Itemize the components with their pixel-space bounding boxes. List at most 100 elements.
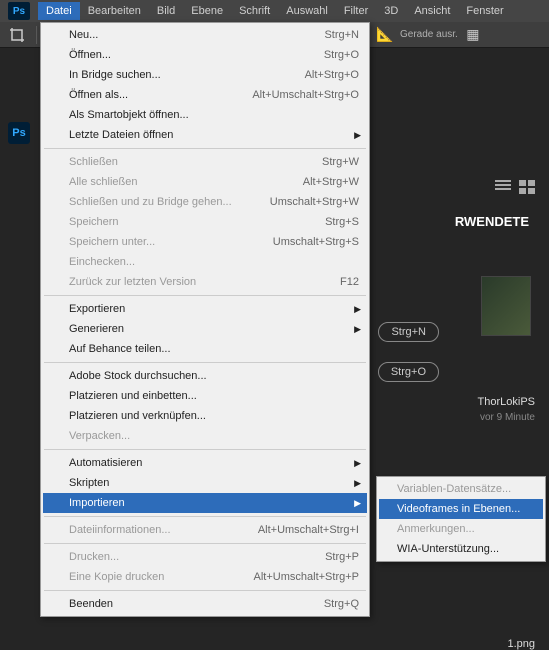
menu-item-shortcut: Strg+O	[324, 49, 359, 61]
menu-item-label: Beenden	[69, 598, 324, 610]
menu-item-speichern: SpeichernStrg+S	[43, 212, 367, 232]
menu-3d[interactable]: 3D	[376, 2, 406, 20]
menu-ansicht[interactable]: Ansicht	[406, 2, 458, 20]
menu-item-shortcut: Alt+Umschalt+Strg+O	[252, 89, 359, 101]
menu-item-label: Schließen und zu Bridge gehen...	[69, 196, 270, 208]
ps-icon: Ps	[8, 122, 30, 144]
menu-separator	[44, 295, 366, 296]
menu-item-shortcut: F12	[340, 276, 359, 288]
menu-item-label: Neu...	[69, 29, 324, 41]
submenu-arrow-icon: ▶	[354, 498, 361, 509]
submenu-item-wia-unterst-tzung[interactable]: WIA-Unterstützung...	[379, 539, 543, 559]
menu-separator	[44, 590, 366, 591]
menu-item-shortcut: Strg+P	[325, 551, 359, 563]
menu-item-exportieren[interactable]: Exportieren▶	[43, 299, 367, 319]
submenu-item-videoframes-in-ebenen[interactable]: Videoframes in Ebenen...	[379, 499, 543, 519]
submenu-arrow-icon: ▶	[354, 478, 361, 489]
recent-thumb-1[interactable]	[481, 276, 531, 336]
menu-item-platzieren-und-verkn-pfen[interactable]: Platzieren und verknüpfen...	[43, 406, 367, 426]
crop-icon[interactable]	[8, 26, 26, 44]
submenu-arrow-icon: ▶	[354, 458, 361, 469]
menu-item-shortcut: Umschalt+Strg+W	[270, 196, 359, 208]
straighten-label: Gerade ausr.	[400, 29, 458, 40]
menu-item-auf-behance-teilen[interactable]: Auf Behance teilen...	[43, 339, 367, 359]
app-logo: Ps	[8, 2, 30, 20]
menu-item-label: Speichern	[69, 216, 325, 228]
menu-item-shortcut: Alt+Strg+O	[305, 69, 359, 81]
grid-view-icon[interactable]	[519, 180, 535, 194]
menu-item-shortcut: Umschalt+Strg+S	[273, 236, 359, 248]
menu-schrift[interactable]: Schrift	[231, 2, 278, 20]
menu-separator	[44, 543, 366, 544]
menu-item-dateiinformationen: Dateiinformationen...Alt+Umschalt+Strg+I	[43, 520, 367, 540]
menu-item-automatisieren[interactable]: Automatisieren▶	[43, 453, 367, 473]
menu-item-zur-ck-zur-letzten-version: Zurück zur letzten VersionF12	[43, 272, 367, 292]
menu-item-label: Einchecken...	[69, 256, 359, 268]
submenu-arrow-icon: ▶	[354, 324, 361, 335]
menu-item-label: Öffnen als...	[69, 89, 252, 101]
menu-filter[interactable]: Filter	[336, 2, 376, 20]
menu-item-label: Adobe Stock durchsuchen...	[69, 370, 359, 382]
submenu-arrow-icon: ▶	[354, 304, 361, 315]
recent-thumb-1-sub: vor 9 Minute	[480, 412, 535, 423]
menu-item-label: Exportieren	[69, 303, 359, 315]
import-submenu: Variablen-Datensätze... Videoframes in Eb…	[376, 476, 546, 562]
menu-item-label: Zurück zur letzten Version	[69, 276, 340, 288]
menu-bild[interactable]: Bild	[149, 2, 183, 20]
menu-item-schlie-en-und-zu-bridge-gehen: Schließen und zu Bridge gehen...Umschalt…	[43, 192, 367, 212]
menu-ebene[interactable]: Ebene	[183, 2, 231, 20]
menu-item-shortcut: Alt+Umschalt+Strg+P	[254, 571, 359, 583]
recent-thumb-2-label: 1.png	[507, 638, 535, 650]
menu-item-label: Skripten	[69, 477, 359, 489]
submenu-item-label: Videoframes in Ebenen...	[397, 503, 535, 515]
submenu-arrow-icon: ▶	[354, 130, 361, 141]
file-menu-dropdown: Neu...Strg+NÖffnen...Strg+OIn Bridge suc…	[40, 22, 370, 617]
menu-item-label: Speichern unter...	[69, 236, 273, 248]
menu-item-in-bridge-suchen[interactable]: In Bridge suchen...Alt+Strg+O	[43, 65, 367, 85]
menu-fenster[interactable]: Fenster	[458, 2, 511, 20]
menu-item-importieren[interactable]: Importieren▶	[43, 493, 367, 513]
menu-item-als-smartobjekt-ffnen[interactable]: Als Smartobjekt öffnen...	[43, 105, 367, 125]
menu-item-label: Eine Kopie drucken	[69, 571, 254, 583]
menu-item-ffnen-als[interactable]: Öffnen als...Alt+Umschalt+Strg+O	[43, 85, 367, 105]
menu-item-skripten[interactable]: Skripten▶	[43, 473, 367, 493]
menu-item-einchecken: Einchecken...	[43, 252, 367, 272]
menu-item-shortcut: Alt+Strg+W	[303, 176, 359, 188]
menu-auswahl[interactable]: Auswahl	[278, 2, 336, 20]
submenu-item-variablen-datens-tze: Variablen-Datensätze...	[379, 479, 543, 499]
submenu-item-label: WIA-Unterstützung...	[397, 543, 535, 555]
open-shortcut-pill[interactable]: Strg+O	[378, 362, 439, 382]
new-shortcut-pill[interactable]: Strg+N	[378, 322, 439, 342]
menu-item-label: Automatisieren	[69, 457, 359, 469]
menu-item-label: Auf Behance teilen...	[69, 343, 359, 355]
menu-item-label: Verpacken...	[69, 430, 359, 442]
menu-datei[interactable]: Datei	[38, 2, 80, 20]
recent-heading: RWENDETE	[455, 214, 529, 229]
menu-item-label: Öffnen...	[69, 49, 324, 61]
menu-item-label: Platzieren und einbetten...	[69, 390, 359, 402]
menu-item-generieren[interactable]: Generieren▶	[43, 319, 367, 339]
menu-item-label: Platzieren und verknüpfen...	[69, 410, 359, 422]
menu-item-neu[interactable]: Neu...Strg+N	[43, 25, 367, 45]
menu-item-label: Dateiinformationen...	[69, 524, 258, 536]
recent-thumb-1-label: ThorLokiPS	[478, 396, 535, 408]
menu-bearbeiten[interactable]: Bearbeiten	[80, 2, 149, 20]
menu-separator	[44, 516, 366, 517]
menu-item-label: Schließen	[69, 156, 322, 168]
list-view-icon[interactable]	[495, 180, 511, 194]
straighten-icon[interactable]: 📐	[376, 26, 394, 44]
menu-item-shortcut: Strg+N	[324, 29, 359, 41]
separator	[36, 26, 37, 44]
menu-item-platzieren-und-einbetten[interactable]: Platzieren und einbetten...	[43, 386, 367, 406]
menu-separator	[44, 362, 366, 363]
menu-separator	[44, 449, 366, 450]
menu-item-ffnen[interactable]: Öffnen...Strg+O	[43, 45, 367, 65]
menu-item-beenden[interactable]: BeendenStrg+Q	[43, 594, 367, 614]
menubar: Ps Datei Bearbeiten Bild Ebene Schrift A…	[0, 0, 549, 22]
submenu-item-anmerkungen: Anmerkungen...	[379, 519, 543, 539]
menu-item-adobe-stock-durchsuchen[interactable]: Adobe Stock durchsuchen...	[43, 366, 367, 386]
menu-item-label: Generieren	[69, 323, 359, 335]
grid-icon[interactable]: ▦	[464, 26, 482, 44]
menu-item-letzte-dateien-ffnen[interactable]: Letzte Dateien öffnen▶	[43, 125, 367, 145]
menu-item-shortcut: Strg+Q	[324, 598, 359, 610]
